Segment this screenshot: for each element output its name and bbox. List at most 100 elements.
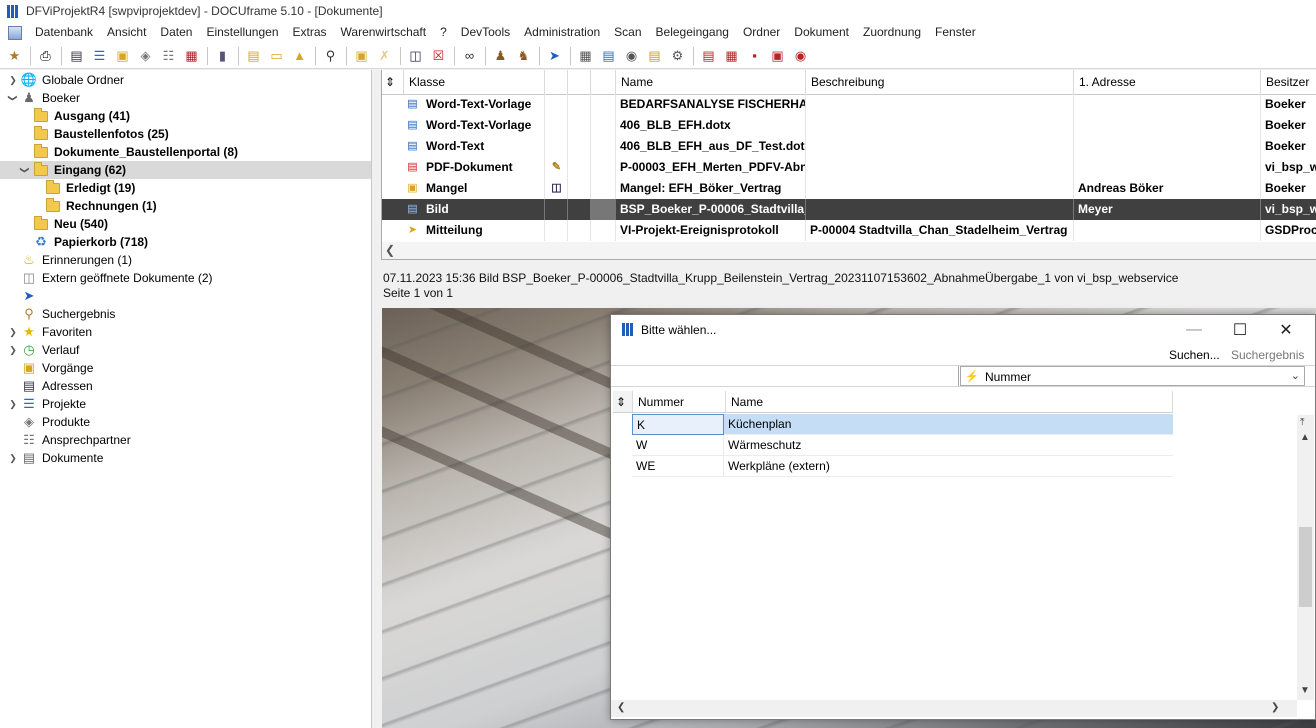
folder-yellow-icon[interactable]: ▣: [352, 46, 371, 65]
menu-zuordnung[interactable]: Zuordnung: [856, 22, 928, 43]
tree-item-rechnungen[interactable]: Rechnungen (1): [0, 197, 371, 215]
menu-belegeingang[interactable]: Belegeingang: [649, 22, 736, 43]
print-icon[interactable]: ⎙: [36, 46, 55, 65]
column-header-name[interactable]: Name: [726, 391, 1173, 413]
folder-add-icon[interactable]: ▲: [290, 46, 309, 65]
list-red2-icon[interactable]: ▦: [722, 46, 741, 65]
scroll-left-icon[interactable]: ❮: [385, 243, 395, 257]
column-header-status[interactable]: [545, 70, 568, 95]
expand-icon[interactable]: ❯: [8, 327, 18, 337]
expand-icon[interactable]: ❯: [8, 399, 18, 409]
tree-item-papierkorb[interactable]: ♻ Papierkorb (718): [0, 233, 371, 251]
column-header-klasse[interactable]: Klasse: [404, 70, 545, 95]
tree-item-neu[interactable]: Neu (540): [0, 215, 371, 233]
tree-item-boeker[interactable]: ❯ ♟ Boeker: [0, 89, 371, 107]
tree-item-produkte[interactable]: ◈ Produkte: [0, 413, 371, 431]
expand-icon[interactable]: ❯: [8, 453, 18, 463]
scroll-left-icon[interactable]: ❮: [617, 702, 625, 713]
tree-item-dokumente-baustellenportal[interactable]: Dokumente_Baustellenportal (8): [0, 143, 371, 161]
tree-item-extern-geoeffnete-dokumente[interactable]: ◫ Extern geöffnete Dokumente (2): [0, 269, 371, 287]
tree-item-pinned[interactable]: ➤: [0, 287, 371, 305]
table-row[interactable]: ▤ PDF-Dokument ✎ P-00003_EFH_Merten_PDFV…: [382, 157, 1316, 178]
folder-icon[interactable]: ▣: [113, 46, 132, 65]
minimize-icon[interactable]: —: [1171, 315, 1217, 345]
list-item-selected[interactable]: K Küchenplan: [632, 414, 1173, 435]
tree-item-globale-ordner[interactable]: ❯ 🌐 Globale Ordner: [0, 71, 371, 89]
menu-einstellungen[interactable]: Einstellungen: [199, 22, 285, 43]
table-row[interactable]: ▤ Word-Text-Vorlage BEDARFSANALYSE FISCH…: [382, 94, 1316, 115]
scroll-right-icon[interactable]: ❯: [1271, 702, 1279, 713]
tree-item-suchergebnis[interactable]: ⚲ Suchergebnis: [0, 305, 371, 323]
list-gear-icon[interactable]: ⚙: [668, 46, 687, 65]
chevron-down-icon[interactable]: ⌄: [1291, 369, 1300, 382]
menu-ordner[interactable]: Ordner: [736, 22, 787, 43]
menu-dokument[interactable]: Dokument: [787, 22, 856, 43]
column-header-besitzer[interactable]: Besitzer: [1261, 70, 1316, 95]
scan-icon[interactable]: ◫: [406, 46, 425, 65]
project-icon[interactable]: ☰: [90, 46, 109, 65]
list-red5-icon[interactable]: ◉: [791, 46, 810, 65]
phone-icon[interactable]: ▮: [213, 46, 232, 65]
calendar-icon[interactable]: ▦: [182, 46, 201, 65]
column-header-beschreibung[interactable]: Beschreibung: [806, 70, 1074, 95]
scroll-down-icon[interactable]: ▼: [1300, 685, 1310, 696]
column-header-nummer[interactable]: Nummer: [633, 391, 726, 413]
tree-item-ansprechpartner[interactable]: ☷ Ansprechpartner: [0, 431, 371, 449]
user-icon[interactable]: ★: [5, 46, 24, 65]
address-card-icon[interactable]: ▤: [67, 46, 86, 65]
tree-item-ausgang[interactable]: Ausgang (41): [0, 107, 371, 125]
menu-daten[interactable]: Daten: [153, 22, 199, 43]
column-header-flag[interactable]: [568, 70, 591, 95]
search-field-dropdown[interactable]: ⚡ Nummer ⌄: [960, 366, 1305, 386]
search-input[interactable]: [611, 366, 959, 386]
list-item[interactable]: W Wärmeschutz: [632, 435, 1173, 456]
menu-fenster[interactable]: Fenster: [928, 22, 983, 43]
list-yellow-icon[interactable]: ▤: [645, 46, 664, 65]
tree-item-projekte[interactable]: ❯ ☰ Projekte: [0, 395, 371, 413]
scroll-up-icon[interactable]: ▲: [1300, 432, 1310, 443]
tree-item-eingang[interactable]: ❯ Eingang (62): [0, 161, 371, 179]
menu-devtools[interactable]: DevTools: [454, 22, 517, 43]
search-link[interactable]: Suchen...: [1169, 348, 1220, 362]
tree-item-verlauf[interactable]: ❯ ◷ Verlauf: [0, 341, 371, 359]
expand-icon[interactable]: ❯: [8, 75, 18, 85]
column-sizer-icon[interactable]: ⇕: [382, 70, 404, 95]
table-row[interactable]: ➤ Mitteilung VI-Projekt-Ereignisprotokol…: [382, 220, 1316, 241]
expand-icon[interactable]: ❯: [8, 345, 18, 355]
tree-item-baustellenfotos[interactable]: Baustellenfotos (25): [0, 125, 371, 143]
document-window-icon[interactable]: [8, 25, 22, 40]
dialog-horizontal-scrollbar[interactable]: ❮ ❯: [611, 700, 1297, 717]
column-header-adresse[interactable]: 1. Adresse: [1074, 70, 1261, 95]
column-header-name[interactable]: Name: [616, 70, 806, 95]
tree-item-erinnerungen[interactable]: ♨ Erinnerungen (1): [0, 251, 371, 269]
table-row-selected[interactable]: ▤ Bild BSP_Boeker_P-00006_Stadtvilla_I M…: [382, 199, 1316, 220]
menu-warenwirtschaft[interactable]: Warenwirtschaft: [334, 22, 434, 43]
note-icon[interactable]: ☷: [159, 46, 178, 65]
list-item[interactable]: WE Werkpläne (extern): [632, 456, 1173, 477]
menu-extras[interactable]: Extras: [286, 22, 334, 43]
collapse-icon[interactable]: ❯: [8, 93, 19, 103]
table-row[interactable]: ▤ Word-Text 406_BLB_EFH_aus_DF_Test.dotx…: [382, 136, 1316, 157]
new-folder-icon[interactable]: ▤: [244, 46, 263, 65]
scroll-thumb[interactable]: [1299, 527, 1312, 607]
tree-item-favoriten[interactable]: ❯ ★ Favoriten: [0, 323, 371, 341]
menu-help[interactable]: ?: [433, 22, 454, 43]
vertical-scrollbar[interactable]: ⤒ ▲ ▼: [1297, 415, 1314, 700]
tree-item-dokumente[interactable]: ❯ ▤ Dokumente: [0, 449, 371, 467]
table-row[interactable]: ▣ Mangel ◫ Mangel: EFH_Böker_Vertrag And…: [382, 178, 1316, 199]
column-header-marker[interactable]: [591, 70, 616, 95]
scroll-top-icon[interactable]: ⤒: [1300, 417, 1304, 428]
close-icon[interactable]: ✕: [1263, 315, 1309, 345]
list-red3-icon[interactable]: ▪: [745, 46, 764, 65]
tag-icon[interactable]: ◈: [136, 46, 155, 65]
menu-datenbank[interactable]: Datenbank: [28, 22, 100, 43]
list-red4-icon[interactable]: ▣: [768, 46, 787, 65]
open-folder-icon[interactable]: ▭: [267, 46, 286, 65]
people-icon[interactable]: ♟: [491, 46, 510, 65]
collapse-icon[interactable]: ❯: [20, 165, 31, 175]
maximize-icon[interactable]: ☐: [1217, 315, 1263, 345]
column-sizer-icon[interactable]: ⇕: [613, 391, 633, 413]
horizontal-scrollbar[interactable]: ❮: [382, 242, 1316, 259]
menu-administration[interactable]: Administration: [517, 22, 607, 43]
table-row[interactable]: ▤ Word-Text-Vorlage 406_BLB_EFH.dotx Boe…: [382, 115, 1316, 136]
